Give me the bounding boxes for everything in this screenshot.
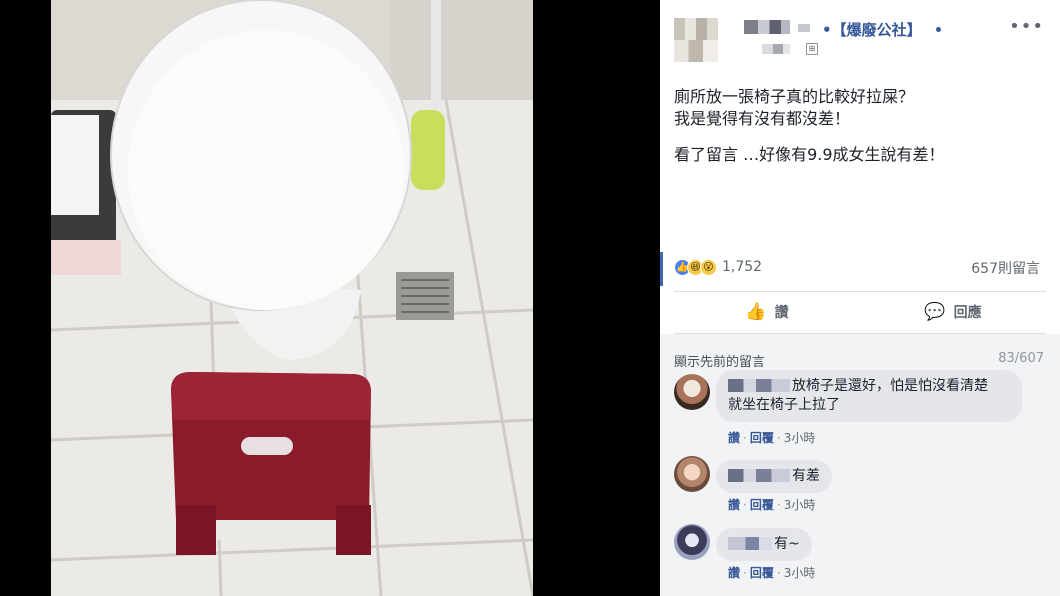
comment-like-link[interactable]: 讚 [728,431,740,445]
comment-counter: 83/607 [998,351,1044,366]
focus-indicator [660,252,663,286]
facebook-post-panel: •【爆廢公社】 ⊞ ••• 廁所放一張椅子真的比較好拉屎？ 我是覺得有沒有都沒差… [660,0,1060,596]
post-photo[interactable] [51,0,533,596]
comment-bubble: 有~ [716,528,812,561]
comment-reply-link[interactable]: 回覆 [750,566,774,580]
wow-reaction-icon: 😮 [700,258,717,276]
commenter-name-blurred[interactable] [728,379,790,392]
post-body: 廁所放一張椅子真的比較好拉屎？ 我是覺得有沒有都沒差！ 看了留言 …好像有9.9… [674,86,1046,166]
comment-reply-link[interactable]: 回覆 [750,431,774,445]
comment-like-link[interactable]: 讚 [728,498,740,512]
group-dot [936,27,941,32]
like-button[interactable]: 👍 讚 [674,296,860,328]
reaction-count: 1,752 [722,259,763,275]
comment-button-label: 回應 [953,305,982,321]
comment-like-link[interactable]: 讚 [728,566,740,580]
comment-bubble: 放椅子是還好，怕是怕沒看清楚 就坐在椅子上拉了 [716,370,1022,422]
commenter-name-blurred[interactable] [728,469,790,482]
like-button-label: 讚 [774,305,789,321]
bathroom-photo-drawing [51,0,533,596]
author-name-blurred[interactable] [744,20,790,34]
comment-time[interactable]: 3小時 [784,498,816,512]
comment-bubble: 有差 [716,460,832,493]
commenter-name-blurred[interactable] [728,537,772,550]
comment-reply-link[interactable]: 回覆 [750,498,774,512]
commenter-avatar[interactable] [674,456,710,492]
privacy-icon: ⊞ [806,43,818,55]
post-text-line: 我是覺得有沒有都沒差！ [674,109,851,128]
comment-meta: 讚 · 回覆 · 3小時 [728,431,816,445]
post-time-blurred[interactable] [762,44,790,54]
commenter-avatar[interactable] [674,374,710,410]
commenter-avatar[interactable] [674,524,710,560]
comment-time[interactable]: 3小時 [784,566,816,580]
comments-section: 顯示先前的留言 83/607 放椅子是還好，怕是怕沒看清楚 就坐在椅子上拉了 讚… [660,334,1060,596]
post-text-line: 廁所放一張椅子真的比較好拉屎？ [674,87,915,106]
thumbs-up-icon: 👍 [745,302,767,322]
more-options-icon[interactable]: ••• [1009,16,1044,37]
speech-bubble-icon: 💬 [924,302,946,322]
comment-text: 放椅子是還好，怕是怕沒看清楚 [792,378,988,394]
group-name-link[interactable]: •【爆廢公社】 [822,19,922,40]
comment-text: 就坐在椅子上拉了 [728,397,840,413]
comment-meta: 讚 · 回覆 · 3小時 [728,566,816,580]
comment-button[interactable]: 💬 回應 [860,296,1046,328]
post-text-line: 看了留言 …好像有9.9成女生說有差！ [674,145,945,164]
comment-text: 有~ [774,536,800,552]
show-previous-comments-link[interactable]: 顯示先前的留言 [674,351,765,370]
photo-viewer [0,0,660,596]
comment-meta: 讚 · 回覆 · 3小時 [728,498,816,512]
comment-count-link[interactable]: 657則留言 [971,258,1040,278]
reaction-summary[interactable]: 👍 😆 😮 1,752 [674,256,762,278]
comment-time[interactable]: 3小時 [784,431,816,445]
post-header: •【爆廢公社】 ⊞ ••• [674,14,1046,64]
comment-text: 有差 [792,468,820,484]
author-name-blurred-arrow [798,24,810,32]
post-actions: 👍 讚 💬 回應 [674,296,1046,328]
author-avatar[interactable] [674,18,718,62]
divider [674,291,1046,292]
